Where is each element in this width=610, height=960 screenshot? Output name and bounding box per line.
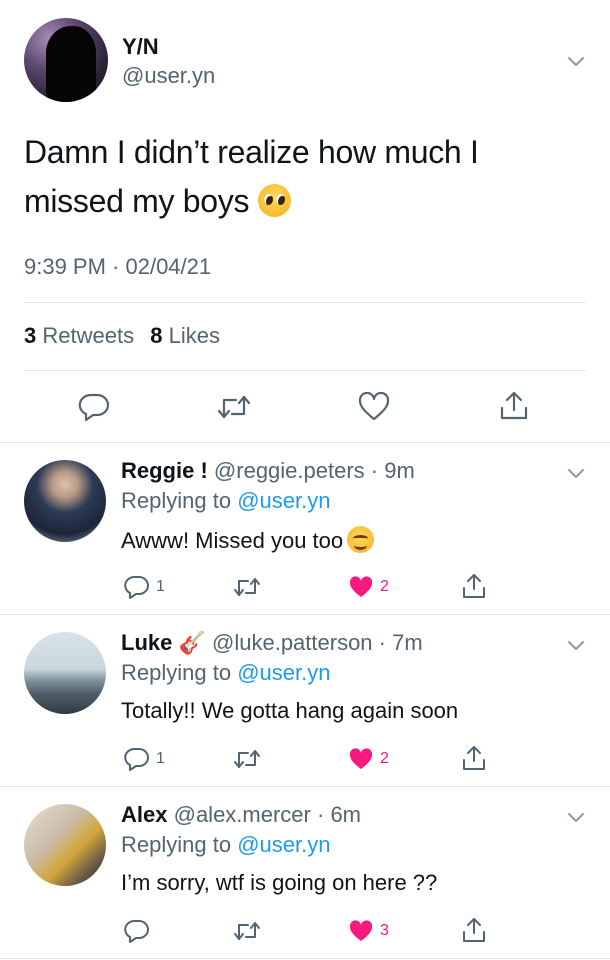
- tweet-text-line2: missed my boys: [24, 183, 250, 219]
- reply-time: · 7m: [378, 630, 423, 655]
- pleading-face-emoji: [257, 184, 291, 217]
- retweets-label: Retweets: [42, 323, 135, 348]
- reply-count: 1: [156, 750, 165, 767]
- like-icon-filled: [349, 748, 373, 769]
- like-count: 2: [380, 750, 389, 767]
- replying-to-prefix: Replying to: [121, 660, 232, 685]
- likes-label: Likes: [168, 323, 220, 348]
- reply-icon: [124, 748, 149, 771]
- divider: [0, 958, 610, 959]
- retweets-count: 3: [24, 323, 37, 348]
- smiling-face-emoji: [347, 526, 375, 553]
- tweet-timestamp[interactable]: 9:39 PM · 02/04/21: [24, 254, 211, 280]
- reply-button[interactable]: 1: [124, 746, 165, 772]
- share-icon[interactable]: [498, 390, 530, 422]
- avatar[interactable]: [24, 632, 106, 714]
- tweet-text: Damn I didn’t realize how much I missed …: [24, 128, 584, 226]
- replying-to-link[interactable]: @user.yn: [237, 832, 330, 857]
- replying-to: Replying to @user.yn: [121, 660, 330, 686]
- share-icon[interactable]: [460, 572, 488, 600]
- display-name[interactable]: Alex: [121, 802, 167, 827]
- guitar-emoji: 🎸: [178, 630, 206, 655]
- likes-count: 8: [150, 323, 163, 348]
- like-count: 2: [380, 578, 389, 595]
- reply-tweet[interactable]: Alex @alex.mercer · 6m Replying to @user…: [0, 786, 610, 958]
- replying-to-link[interactable]: @user.yn: [237, 488, 330, 513]
- user-handle[interactable]: @reggie.peters: [214, 458, 365, 483]
- reply-actions: 1 2: [0, 574, 610, 604]
- display-name[interactable]: Y/N: [122, 34, 159, 60]
- like-icon[interactable]: [358, 392, 390, 422]
- tweet-actions: [0, 388, 610, 424]
- reply-text: Awww! Missed you too: [121, 526, 375, 554]
- like-button[interactable]: 2: [348, 747, 389, 771]
- avatar[interactable]: [24, 460, 106, 542]
- replying-to-link[interactable]: @user.yn: [237, 660, 330, 685]
- chevron-down-icon[interactable]: [566, 808, 586, 828]
- like-button[interactable]: 2: [348, 575, 389, 599]
- like-icon-filled: [349, 920, 373, 941]
- replying-to: Replying to @user.yn: [121, 488, 330, 514]
- reply-header: Luke 🎸 @luke.patterson · 7m: [121, 630, 423, 656]
- avatar[interactable]: [24, 18, 108, 102]
- tweet-text-line: Damn I didn’t realize how much I: [24, 134, 479, 170]
- divider: [24, 302, 586, 303]
- reply-button[interactable]: 1: [124, 574, 165, 600]
- reply-text: I’m sorry, wtf is going on here ??: [121, 870, 438, 895]
- display-name[interactable]: Reggie !: [121, 458, 208, 483]
- reply-tweet[interactable]: Luke 🎸 @luke.patterson · 7m Replying to …: [0, 614, 610, 786]
- likes-stat[interactable]: 8 Likes: [150, 323, 220, 348]
- engagement-stats: 3 Retweets 8 Likes: [24, 323, 220, 349]
- retweet-icon[interactable]: [232, 920, 262, 942]
- chevron-down-icon[interactable]: [566, 636, 586, 656]
- chevron-down-icon[interactable]: [566, 464, 586, 484]
- like-count: 3: [380, 922, 389, 939]
- like-icon-filled: [349, 576, 373, 597]
- share-icon[interactable]: [460, 744, 488, 772]
- retweets-stat[interactable]: 3 Retweets: [24, 323, 134, 348]
- reply-time: · 6m: [317, 802, 361, 827]
- reply-count: 1: [156, 578, 165, 595]
- reply-time: · 9m: [370, 458, 415, 483]
- reply-icon: [124, 576, 149, 599]
- retweet-icon[interactable]: [232, 748, 262, 770]
- reply-header: Alex @alex.mercer · 6m: [121, 802, 361, 828]
- avatar[interactable]: [24, 804, 106, 886]
- reply-icon[interactable]: [78, 392, 110, 422]
- replying-to-prefix: Replying to: [121, 832, 232, 857]
- reply-icon[interactable]: [124, 918, 150, 944]
- like-button[interactable]: 3: [348, 919, 389, 943]
- user-handle[interactable]: @alex.mercer: [174, 802, 311, 827]
- reply-tweet[interactable]: Reggie ! @reggie.peters · 9m Replying to…: [0, 442, 610, 614]
- retweet-icon[interactable]: [216, 394, 252, 420]
- user-handle[interactable]: @luke.patterson: [212, 630, 373, 655]
- display-name[interactable]: Luke: [121, 630, 172, 655]
- replying-to-prefix: Replying to: [121, 488, 232, 513]
- reply-header: Reggie ! @reggie.peters · 9m: [121, 458, 415, 484]
- avatar-silhouette: [46, 26, 96, 102]
- main-tweet: Y/N @user.yn Damn I didn’t realize how m…: [0, 0, 610, 442]
- reply-text-content: Awww! Missed you too: [121, 528, 344, 553]
- chevron-down-icon[interactable]: [566, 52, 586, 72]
- share-icon[interactable]: [460, 916, 488, 944]
- reply-actions: 1 2: [0, 746, 610, 776]
- divider: [24, 370, 586, 371]
- replying-to: Replying to @user.yn: [121, 832, 330, 858]
- reply-actions: 3: [0, 918, 610, 948]
- retweet-icon[interactable]: [232, 576, 262, 598]
- user-handle[interactable]: @user.yn: [122, 63, 215, 89]
- reply-text: Totally!! We gotta hang again soon: [121, 698, 459, 723]
- tweet-text-line: missed my boys: [24, 177, 584, 226]
